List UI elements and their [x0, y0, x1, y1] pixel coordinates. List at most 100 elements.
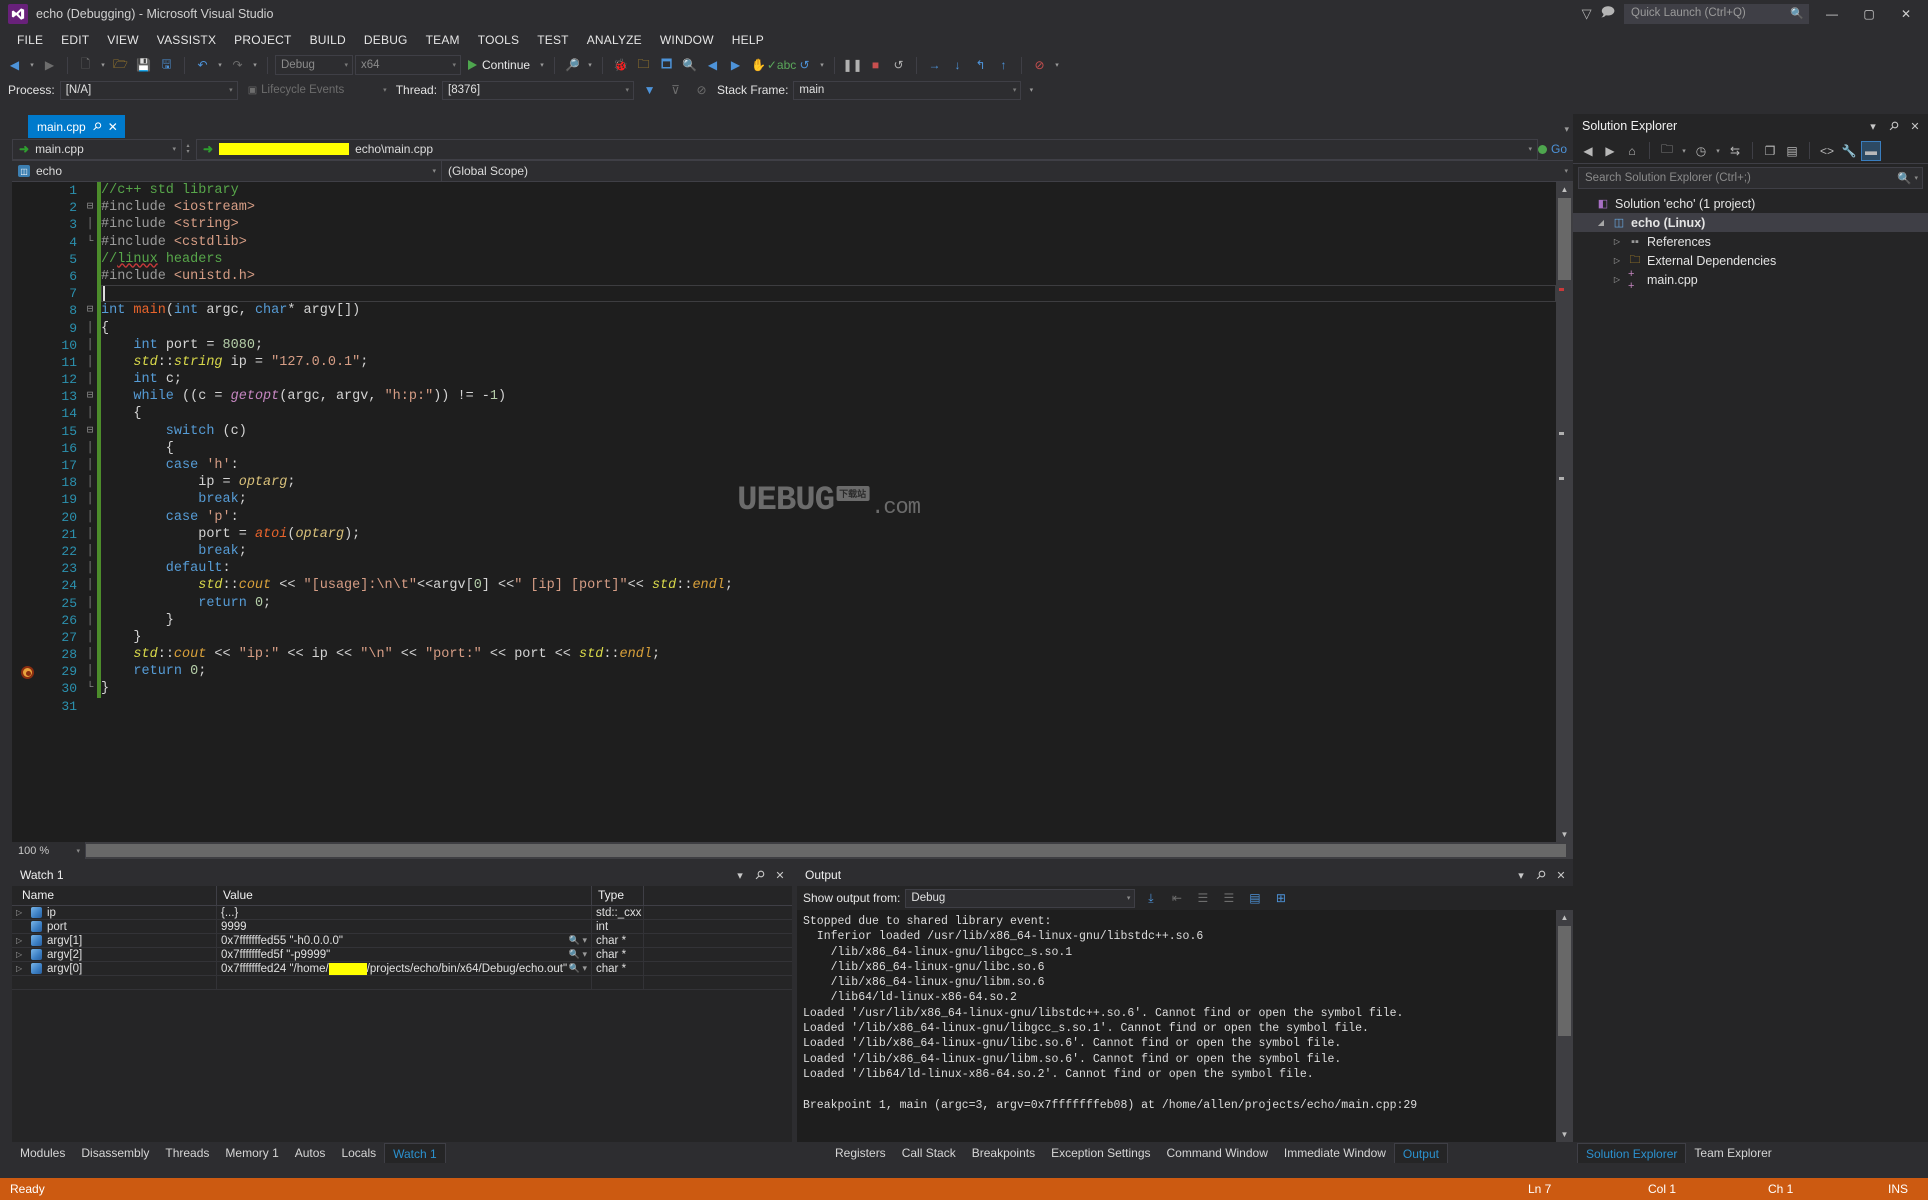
vassistx-bug-icon[interactable]: 🐞: [610, 55, 631, 76]
scroll-up-icon[interactable]: ▲: [1556, 182, 1573, 197]
pending-changes-icon-caret[interactable]: ▾: [1713, 147, 1723, 155]
watch-row-name-cell[interactable]: ▷ ip: [12, 905, 217, 920]
tab-disassembly[interactable]: Disassembly: [73, 1143, 157, 1163]
process-select[interactable]: [N/A]: [59, 80, 238, 100]
fold-marker[interactable]: ⊟: [83, 199, 97, 216]
expander-icon[interactable]: ▷: [16, 908, 26, 917]
code-line[interactable]: #include <iostream>: [101, 199, 1556, 216]
code-line[interactable]: std::cout << "[usage]:\n\t"<<argv[0] <<"…: [101, 577, 1556, 594]
fold-marker[interactable]: ⊟: [83, 388, 97, 405]
chevron-down-icon[interactable]: ▾: [732, 867, 748, 883]
menu-item-edit[interactable]: EDIT: [52, 30, 98, 50]
find-message-icon[interactable]: ⤓: [1140, 888, 1161, 909]
menu-item-project[interactable]: PROJECT: [225, 30, 300, 50]
code-line[interactable]: [101, 698, 1556, 715]
refresh-icon[interactable]: ❐: [1760, 141, 1780, 161]
goto-next-icon[interactable]: ▶: [725, 55, 746, 76]
toggle-word-wrap-icon[interactable]: ☰: [1192, 888, 1213, 909]
fold-marker[interactable]: ⊟: [83, 302, 97, 319]
code-line[interactable]: {: [101, 405, 1556, 422]
menu-item-view[interactable]: VIEW: [98, 30, 147, 50]
watch-row-value-cell[interactable]: 0x7fffffffed24 "/home/ /projects/echo/bin…: [217, 961, 592, 976]
code-line[interactable]: while ((c = getopt(argc, argv, "h:p:")) …: [101, 388, 1556, 405]
breakpoints-caret-icon[interactable]: ▾: [1052, 61, 1062, 69]
new-item-icon[interactable]: 🗋: [75, 55, 96, 76]
expander-icon[interactable]: ▷: [16, 950, 26, 959]
tab-exception-settings[interactable]: Exception Settings: [1043, 1143, 1158, 1163]
menu-item-vassistx[interactable]: VASSISTX: [148, 30, 225, 50]
member-scope-select[interactable]: (Global Scope): [442, 161, 1573, 181]
tab-memory-1[interactable]: Memory 1: [217, 1143, 286, 1163]
spell-check-icon[interactable]: ✓abc: [767, 55, 796, 76]
document-tab-main-cpp[interactable]: main.cpp ⚲ ✕: [28, 115, 125, 138]
tab-overflow-icon[interactable]: ▾: [1564, 124, 1569, 135]
table-row[interactable]: ▷ argv[0] 0x7fffffffed24 "/home/ /projects/…: [12, 961, 792, 976]
pin-icon[interactable]: ⚲: [1883, 115, 1906, 138]
filter-icon[interactable]: ▼: [639, 80, 660, 101]
thread-select[interactable]: [8376]: [442, 80, 635, 100]
menu-item-build[interactable]: BUILD: [301, 30, 355, 50]
code-line[interactable]: port = atoi(optarg);: [101, 526, 1556, 543]
break-all-icon[interactable]: ❚❚: [842, 55, 863, 76]
new-item-caret-icon[interactable]: ▾: [98, 61, 108, 69]
menu-item-analyze[interactable]: ANALYZE: [578, 30, 651, 50]
code-line[interactable]: #include <string>: [101, 216, 1556, 233]
breakpoint-indicator-icon[interactable]: [21, 665, 34, 679]
value-visualizer-icon[interactable]: 🔍 ▾: [569, 935, 587, 946]
watch-grid[interactable]: Name Value Type ▷ ip {...} std::_cxx port 999…: [12, 886, 792, 1142]
value-visualizer-icon[interactable]: 🔍 ▾: [569, 949, 587, 960]
show-next-statement-icon[interactable]: →: [924, 55, 945, 76]
watch-row-name-cell[interactable]: ▷ argv[2]: [12, 947, 217, 962]
expander-icon[interactable]: ▷: [1611, 275, 1623, 284]
navigate-backward-caret-icon[interactable]: ▾: [27, 61, 37, 69]
properties-icon[interactable]: 🔧: [1839, 141, 1859, 161]
output-text[interactable]: Stopped due to shared library event: Inf…: [797, 910, 1556, 1142]
tab-locals[interactable]: Locals: [333, 1143, 384, 1163]
sidebar-item-echo-linux[interactable]: ◢ ◫ echo (Linux): [1573, 213, 1928, 232]
pin-icon[interactable]: ⚲: [749, 864, 772, 887]
new-folder-icon[interactable]: 🗀: [1657, 141, 1677, 161]
code-line[interactable]: break;: [101, 543, 1556, 560]
output-source-select[interactable]: Debug: [905, 888, 1136, 908]
code-line[interactable]: int c;: [101, 371, 1556, 388]
lifecycle-events-select[interactable]: ▣ Lifecycle Events: [242, 80, 391, 100]
toolbar-overflow-icon[interactable]: ▾: [1026, 86, 1036, 94]
pin-icon[interactable]: ⚲: [89, 119, 104, 134]
value-visualizer-icon[interactable]: 🔍 ▾: [569, 963, 587, 974]
solution-explorer-search-input[interactable]: Search Solution Explorer (Ctrl+;) 🔍 ▾: [1578, 167, 1923, 189]
file-path-display[interactable]: ➜ echo\main.cpp: [196, 138, 1538, 160]
watch-row-value-cell[interactable]: 0x7fffffffed5f "-p9999" 🔍 ▾: [217, 947, 592, 962]
notifications-filter-icon[interactable]: ▽: [1582, 6, 1592, 22]
step-into-icon[interactable]: ↓: [947, 55, 968, 76]
sidebar-item-main-cpp[interactable]: ▷ + + main.cpp: [1573, 268, 1928, 292]
watch-row-name-cell[interactable]: port: [12, 919, 217, 934]
continue-caret-icon[interactable]: ▾: [537, 61, 547, 69]
code-line[interactable]: std::cout << "ip:" << ip << "\n" << "por…: [101, 646, 1556, 663]
sidebar-item-external-dependencies[interactable]: ▷ 🗀 External Dependencies: [1573, 251, 1928, 270]
code-line[interactable]: //c++ std library: [101, 182, 1556, 199]
minimize-button[interactable]: —: [1818, 3, 1846, 25]
expander-icon[interactable]: ▷: [1611, 256, 1623, 265]
tab-solution-explorer[interactable]: Solution Explorer: [1577, 1143, 1687, 1163]
refactor-icon[interactable]: ↺: [794, 55, 815, 76]
close-icon[interactable]: ✕: [1907, 118, 1923, 134]
editor-horizontal-scrollbar[interactable]: [86, 842, 1573, 859]
filter-clear-icon[interactable]: ⊽: [665, 80, 686, 101]
code-line[interactable]: }: [101, 629, 1556, 646]
stack-frame-select[interactable]: main: [793, 80, 1022, 100]
menu-item-window[interactable]: WINDOW: [651, 30, 723, 50]
project-scope-select[interactable]: ◫ echo: [12, 161, 442, 181]
code-line[interactable]: std::string ip = "127.0.0.1";: [101, 354, 1556, 371]
tab-breakpoints[interactable]: Breakpoints: [964, 1143, 1043, 1163]
preview-icon[interactable]: ▬: [1861, 140, 1881, 161]
navigate-forward-icon[interactable]: ▶: [39, 55, 60, 76]
back-icon[interactable]: ◀: [1578, 141, 1598, 161]
undo-icon[interactable]: ↶: [192, 55, 213, 76]
code-line[interactable]: case 'h':: [101, 457, 1556, 474]
menu-item-file[interactable]: FILE: [8, 30, 52, 50]
table-row[interactable]: port 9999 int: [12, 919, 792, 934]
toggle-breakpoints-icon[interactable]: ⊘: [1029, 55, 1050, 76]
watch-row-name-cell[interactable]: ▷ argv[0]: [12, 961, 217, 976]
navigate-backward-icon[interactable]: ◀: [4, 55, 25, 76]
undo-caret-icon[interactable]: ▾: [215, 61, 225, 69]
